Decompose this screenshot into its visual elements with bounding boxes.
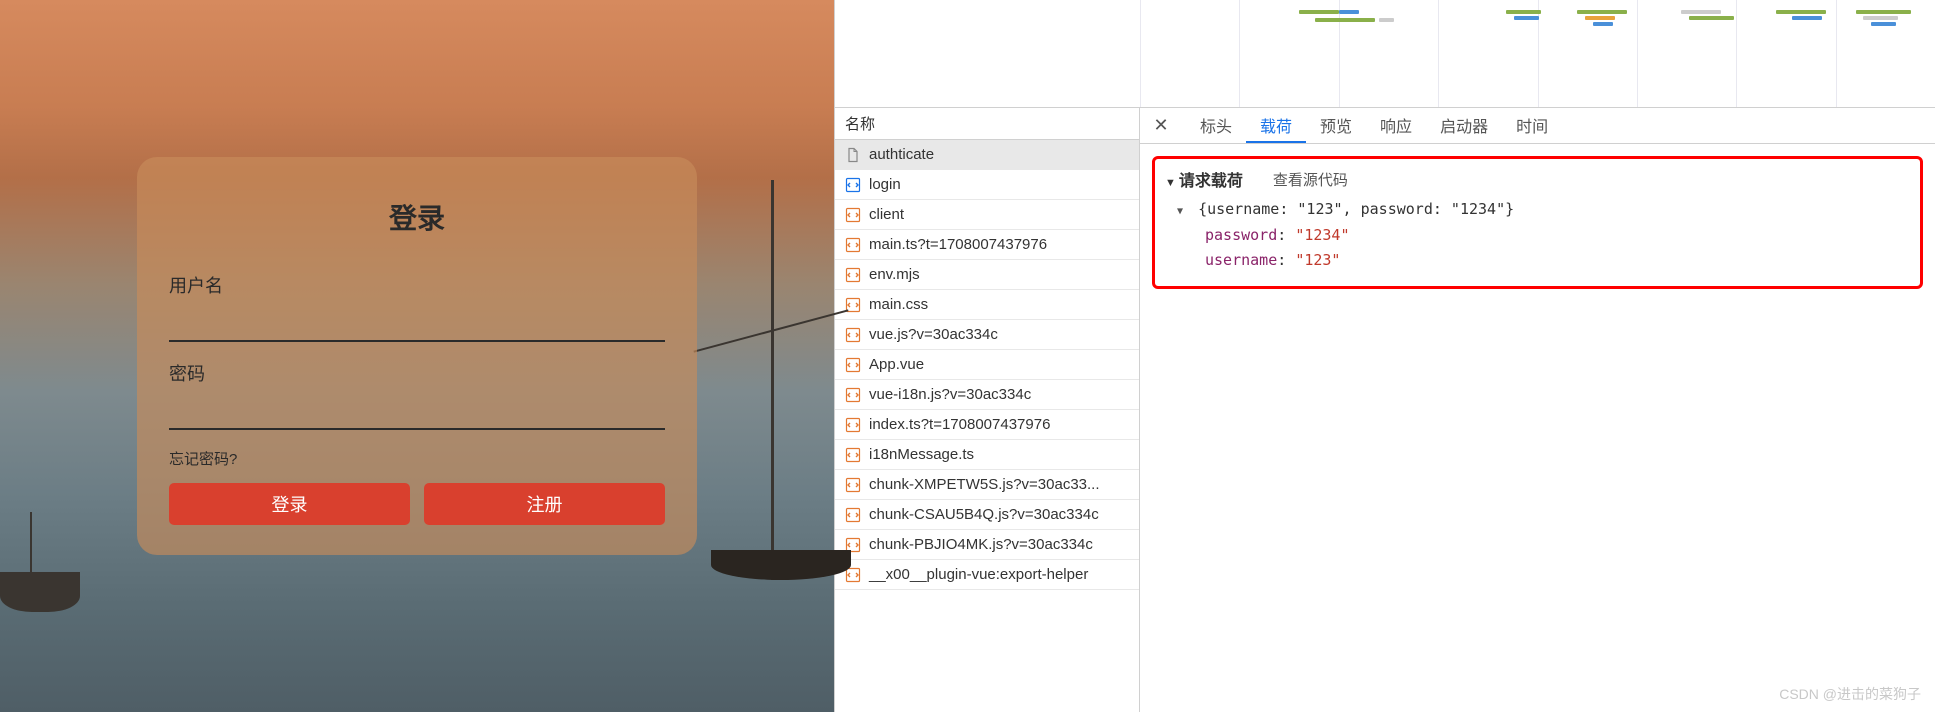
payload-section-title[interactable]: 请求载荷 [1165,167,1243,191]
request-row[interactable]: i18nMessage.ts [835,440,1139,470]
network-request-list: 名称 authticate login client main.ts?t=170800… [835,108,1140,712]
request-detail-panel: ✕ 标头载荷预览响应启动器时间 请求载荷 查看源代码 {username: "1… [1140,108,1935,712]
payload-properties: password: "1234"username: "123" [1177,223,1910,274]
js-file-icon [845,387,861,403]
request-name: authticate [869,146,934,163]
detail-tab[interactable]: 启动器 [1426,108,1502,143]
js-file-icon [845,447,861,463]
detail-tab[interactable]: 预览 [1306,108,1366,143]
login-button[interactable]: 登录 [169,483,410,525]
network-waterfall[interactable] [835,0,1935,108]
request-row[interactable]: vue.js?v=30ac334c [835,320,1139,350]
view-source-link[interactable]: 查看源代码 [1273,169,1348,190]
js-file-icon [845,237,861,253]
js-file-icon [845,477,861,493]
request-row[interactable]: index.ts?t=1708007437976 [835,410,1139,440]
payload-summary: {username: "123", password: "1234"} [1198,200,1514,218]
request-name: __x00__plugin-vue:export-helper [869,566,1088,583]
request-name: login [869,176,901,193]
devtools-panel: 名称 authticate login client main.ts?t=170800… [834,0,1935,712]
detail-tab[interactable]: 时间 [1502,108,1562,143]
request-row[interactable]: chunk-PBJIO4MK.js?v=30ac334c [835,530,1139,560]
tree-root-toggle[interactable]: {username: "123", password: "1234"} [1177,197,1910,223]
login-page: 登录 用户名 密码 忘记密码? 登录 注册 [0,0,834,712]
list-header-name[interactable]: 名称 [835,108,1139,140]
request-row[interactable]: chunk-CSAU5B4Q.js?v=30ac334c [835,500,1139,530]
request-name: vue.js?v=30ac334c [869,326,998,343]
request-row[interactable]: env.mjs [835,260,1139,290]
js-file-icon [845,357,861,373]
request-row[interactable]: authticate [835,140,1139,170]
decorative-boat [0,572,80,612]
devtools-body: 名称 authticate login client main.ts?t=170800… [835,108,1935,712]
login-card: 登录 用户名 密码 忘记密码? 登录 注册 [137,157,697,555]
request-name: i18nMessage.ts [869,446,974,463]
request-name: vue-i18n.js?v=30ac334c [869,386,1031,403]
request-name: env.mjs [869,266,920,283]
username-label: 用户名 [169,272,665,298]
js-file-icon [845,507,861,523]
detail-tab[interactable]: 载荷 [1246,108,1306,143]
request-row[interactable]: App.vue [835,350,1139,380]
payload-property[interactable]: password: "1234" [1205,223,1910,249]
js-file-icon [845,207,861,223]
payload-content: 请求载荷 查看源代码 {username: "123", password: "… [1140,144,1935,712]
password-label: 密码 [169,360,665,386]
payload-tree: {username: "123", password: "1234"} pass… [1165,197,1910,274]
password-group: 密码 [169,360,665,430]
login-title: 登录 [169,197,665,237]
decorative-sailboat [771,180,774,580]
request-rows: authticate login client main.ts?t=170800743… [835,140,1139,712]
button-row: 登录 注册 [169,483,665,525]
doc-file-icon [845,147,861,163]
detail-tab[interactable]: 响应 [1366,108,1426,143]
request-name: main.ts?t=1708007437976 [869,236,1047,253]
username-input[interactable] [169,310,665,342]
request-name: chunk-XMPETW5S.js?v=30ac33... [869,476,1100,493]
js-file-icon [845,417,861,433]
detail-tabs: ✕ 标头载荷预览响应启动器时间 [1140,108,1935,144]
request-row[interactable]: vue-i18n.js?v=30ac334c [835,380,1139,410]
request-row[interactable]: login [835,170,1139,200]
request-row[interactable]: __x00__plugin-vue:export-helper [835,560,1139,590]
register-button[interactable]: 注册 [424,483,665,525]
request-name: client [869,206,904,223]
request-name: chunk-PBJIO4MK.js?v=30ac334c [869,536,1093,553]
request-name: index.ts?t=1708007437976 [869,416,1050,433]
request-row[interactable]: main.css [835,290,1139,320]
request-name: chunk-CSAU5B4Q.js?v=30ac334c [869,506,1099,523]
request-row[interactable]: main.ts?t=1708007437976 [835,230,1139,260]
request-row[interactable]: client [835,200,1139,230]
username-group: 用户名 [169,272,665,342]
password-input[interactable] [169,398,665,430]
request-name: main.css [869,296,928,313]
request-name: App.vue [869,356,924,373]
close-icon[interactable]: ✕ [1140,115,1182,136]
request-row[interactable]: chunk-XMPETW5S.js?v=30ac33... [835,470,1139,500]
forgot-password-link[interactable]: 忘记密码? [169,448,665,469]
payload-property[interactable]: username: "123" [1205,248,1910,274]
js-file-icon [845,327,861,343]
html-file-icon [845,177,861,193]
payload-highlight: 请求载荷 查看源代码 {username: "123", password: "… [1152,156,1923,289]
watermark: CSDN @进击的菜狗子 [1779,684,1921,704]
js-file-icon [845,267,861,283]
detail-tab[interactable]: 标头 [1186,108,1246,143]
